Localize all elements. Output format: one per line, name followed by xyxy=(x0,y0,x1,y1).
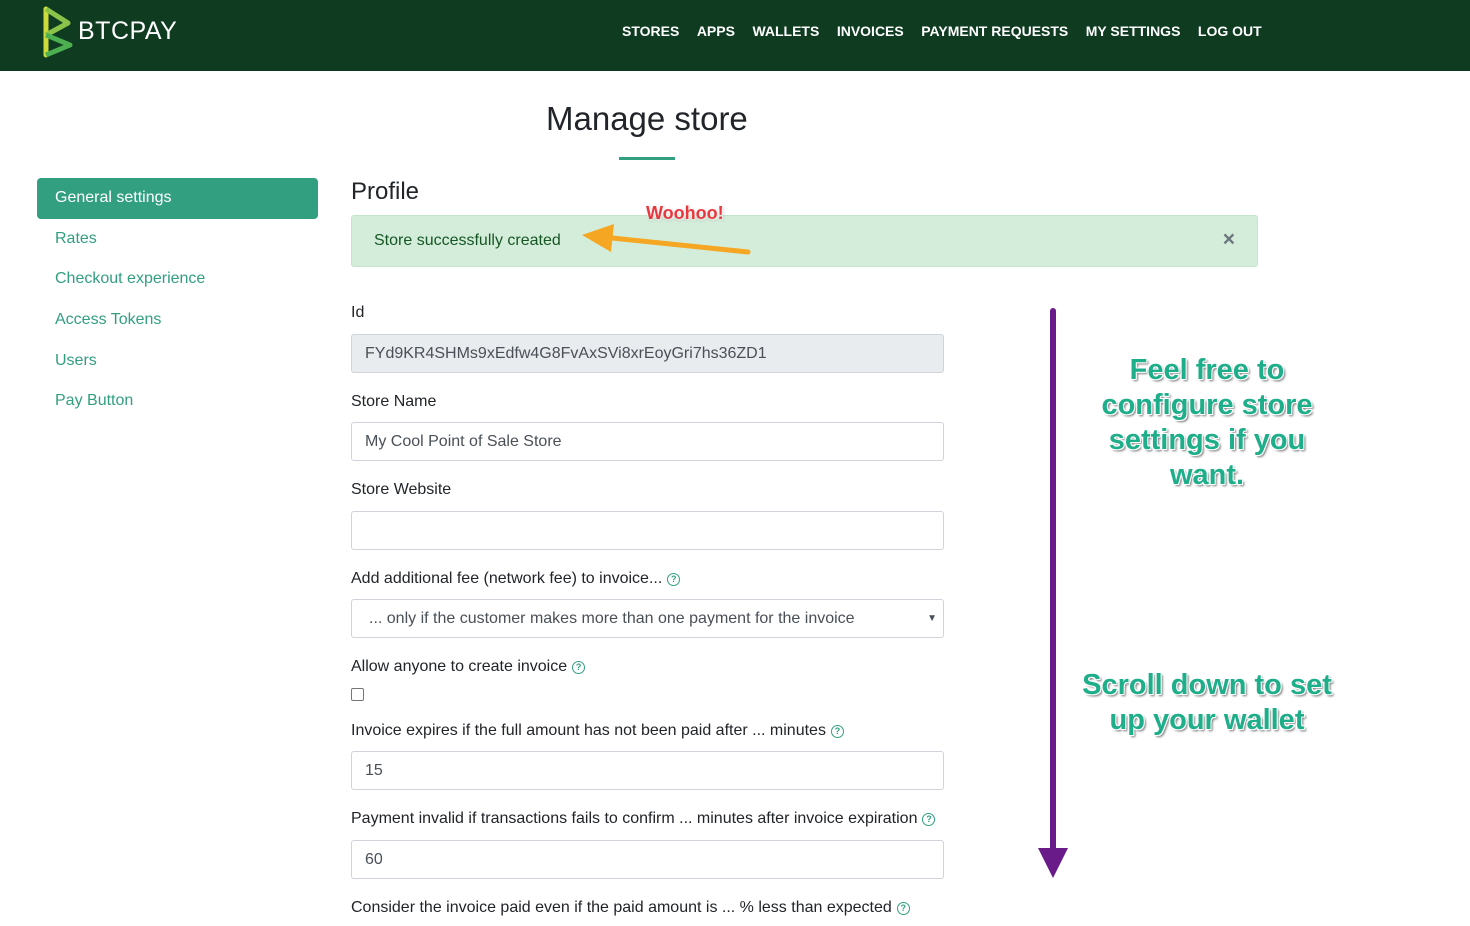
scroll-annotation: Scroll down to set up your wallet xyxy=(1082,669,1332,736)
woohoo-annotation: Woohoo! xyxy=(646,203,724,223)
orange-arrow-icon xyxy=(609,235,751,255)
purple-arrowhead-icon xyxy=(1038,848,1068,878)
orange-arrowhead-icon xyxy=(582,224,614,252)
configure-annotation: Feel free to configure store settings if… xyxy=(1101,354,1313,491)
